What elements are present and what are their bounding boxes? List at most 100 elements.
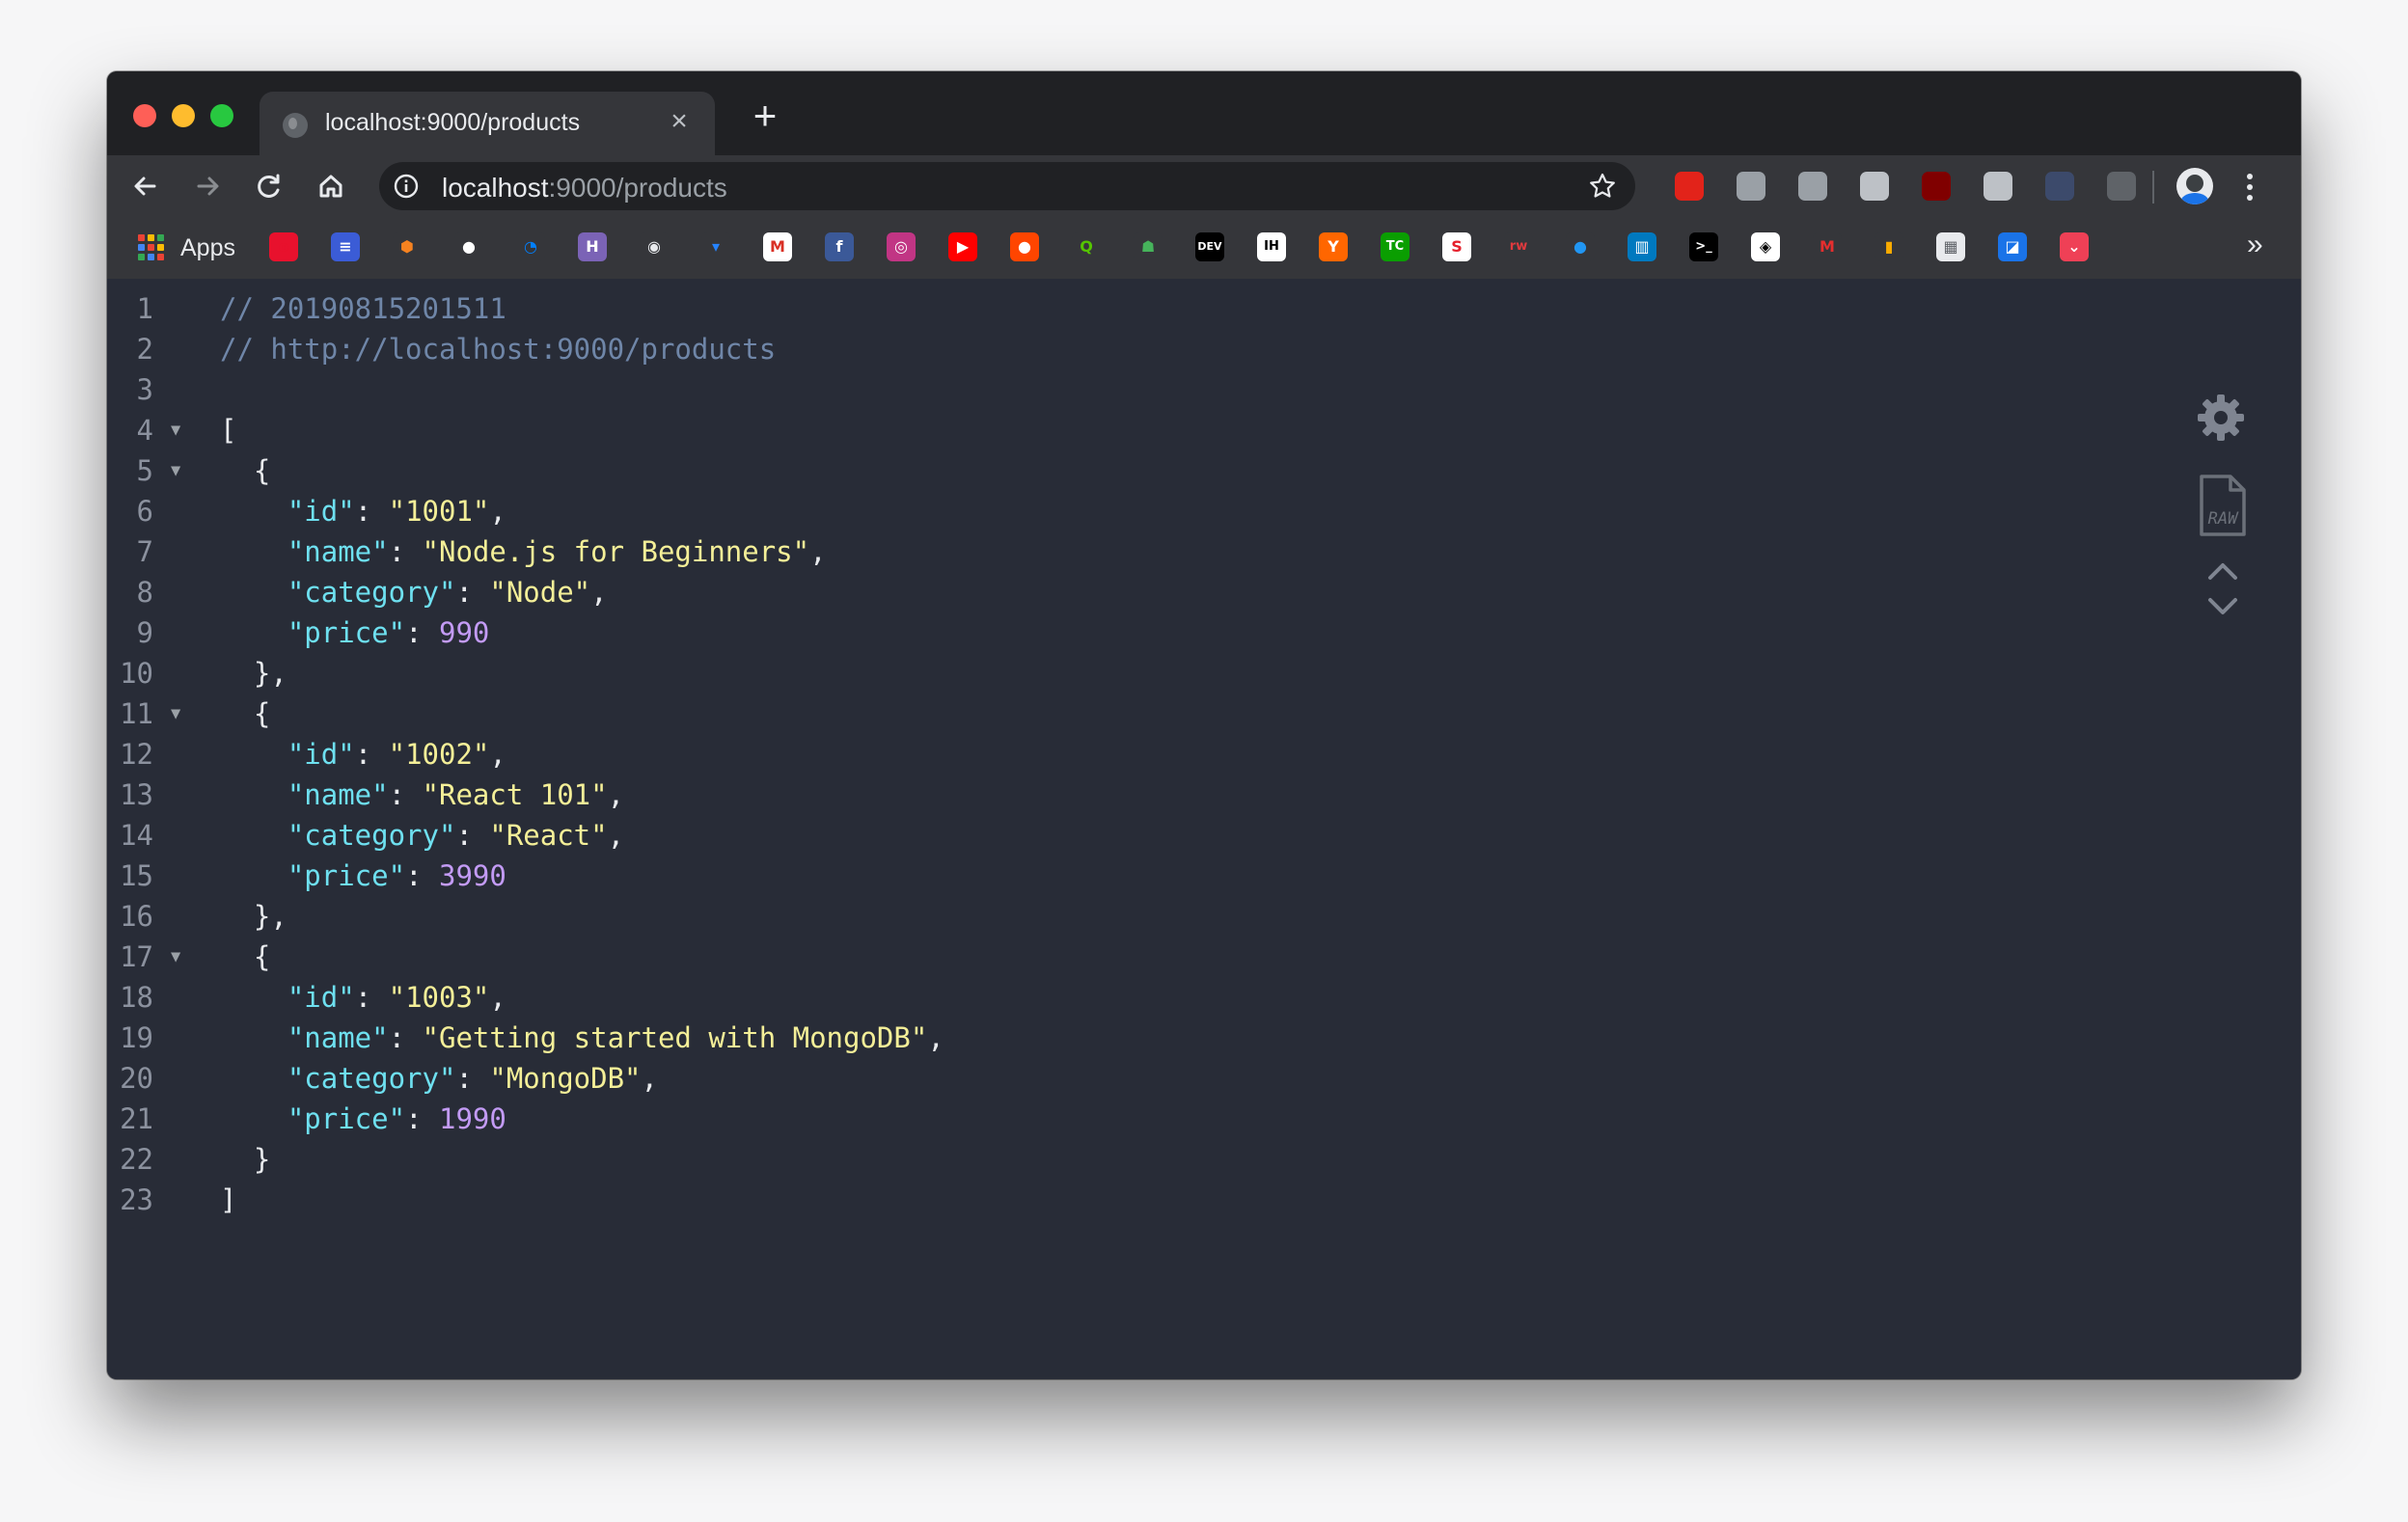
bookmark-terminal-icon[interactable]: >_ (1689, 232, 1718, 261)
url-text[interactable]: localhost:9000/products (442, 173, 727, 204)
line-number: 2 (136, 333, 153, 366)
json-token: : (455, 1062, 490, 1095)
target-icon[interactable] (1737, 172, 1765, 201)
json-formatter-icon[interactable] (2107, 172, 2136, 201)
profile-avatar[interactable] (2176, 168, 2213, 204)
json-token: : (455, 819, 490, 852)
fold-toggle-icon[interactable]: ▼ (171, 937, 180, 977)
json-token: }, (220, 900, 287, 933)
bookmark-medium-icon[interactable]: M (1813, 232, 1842, 261)
tab-close-button[interactable]: × (663, 105, 696, 138)
bookmark-hackernews-icon[interactable]: Y (1319, 232, 1348, 261)
bookmark-trello-icon[interactable]: ▥ (1628, 232, 1656, 261)
home-icon (319, 175, 342, 198)
info-icon[interactable] (393, 173, 420, 200)
address-bar[interactable]: localhost:9000/products (379, 162, 1635, 210)
bookmark-techcrunch-icon[interactable]: TC (1381, 232, 1409, 261)
more-bookmarks-button[interactable]: » (2247, 229, 2263, 261)
bookmark-facebook-icon[interactable]: f (825, 232, 854, 261)
line-content: "id": "1002", (220, 734, 506, 775)
minimize-window-button[interactable] (172, 104, 195, 127)
ublock-icon[interactable] (1922, 172, 1951, 201)
json-token: 3990 (438, 859, 506, 892)
vue-devtools-icon[interactable] (1798, 172, 1827, 201)
line-content: } (220, 1139, 270, 1180)
bookmark-pocket-icon[interactable]: ⌄ (2060, 232, 2089, 261)
bookmark-github-icon[interactable]: ◉ (640, 232, 669, 261)
bookmark-reddit-icon[interactable]: ● (1010, 232, 1039, 261)
home-button[interactable] (310, 165, 352, 207)
line-content: // 20190815201511 (220, 288, 506, 329)
back-button[interactable] (124, 165, 167, 207)
new-tab-button[interactable]: + (744, 95, 786, 139)
bookmark-cube-icon[interactable]: ⬢ (393, 232, 422, 261)
reload-icon (258, 174, 280, 198)
line-content: }, (220, 896, 287, 937)
bookmark-youtube-icon[interactable]: ▶ (948, 232, 977, 261)
json-token: "1003" (388, 981, 490, 1014)
adblock-icon[interactable] (1675, 172, 1704, 201)
star-icon[interactable] (1587, 171, 1618, 202)
more-vert-icon[interactable] (2244, 172, 2256, 203)
bookmark-alien-icon[interactable]: ☗ (1134, 232, 1163, 261)
chevron-up-icon[interactable] (2205, 558, 2240, 584)
bookmark-heroku-icon[interactable]: H (578, 232, 607, 261)
json-token: "Getting started with MongoDB" (422, 1021, 928, 1054)
tab-title: localhost:9000/products (325, 109, 581, 136)
bookmark-codepen-icon[interactable]: ◈ (1751, 232, 1780, 261)
fold-toggle-icon[interactable]: ▼ (171, 410, 180, 450)
bookmark-bitbucket-icon[interactable]: ▾ (701, 232, 730, 261)
bookmark-calendar-icon[interactable]: ▦ (1936, 232, 1965, 261)
gear-icon[interactable] (2193, 390, 2249, 446)
bookmark-drop-icon[interactable]: ● (1566, 232, 1595, 261)
apps-shortcut[interactable]: Apps (180, 234, 235, 262)
react-devtools-icon[interactable] (1860, 172, 1889, 201)
extension-puzzle-icon[interactable] (1984, 172, 2012, 201)
bookmark-gmail-icon[interactable]: M (763, 232, 792, 261)
json-token: } (220, 1143, 271, 1176)
forward-button[interactable] (186, 165, 229, 207)
bookmarks-bar: Apps o ≡ ⬢ ● ◔ H ◉ ▾ Mf ◎ ▶ ● Q ☗ DEV IH Y TC Srw ● ▥ >_ ◈ M ▮ ▦ ◪… (107, 217, 2301, 279)
bookmark-instagram-icon[interactable]: ◎ (887, 232, 916, 261)
line-number: 16 (120, 900, 153, 933)
json-token: : (354, 981, 389, 1014)
apps-grid-icon[interactable] (138, 234, 164, 260)
line-content: "price": 1990 (220, 1099, 506, 1139)
line-number: 4 (136, 414, 153, 447)
close-window-button[interactable] (133, 104, 156, 127)
json-viewer: 1 // 20190815201511 2 // http://localhost:9… (107, 279, 2301, 1379)
json-token: , (641, 1062, 658, 1095)
chevron-down-icon[interactable] (2205, 594, 2240, 619)
fold-toggle-icon[interactable]: ▼ (171, 693, 180, 734)
bookmark-docs-icon[interactable]: ◪ (1998, 232, 2027, 261)
maximize-window-button[interactable] (210, 104, 233, 127)
json-token: "category" (287, 1062, 456, 1095)
json-token: , (489, 738, 506, 771)
bookmark-opera-icon[interactable]: o (269, 232, 298, 261)
fold-toggle-icon[interactable]: ▼ (171, 450, 180, 491)
bookmark-scrimba-icon[interactable]: S (1442, 232, 1471, 261)
reload-button[interactable] (248, 165, 290, 207)
json-token: ] (220, 1183, 237, 1216)
json-token: : (388, 1021, 423, 1054)
json-token: "React 101" (422, 778, 608, 811)
raw-view-icon[interactable]: RAW (2197, 474, 2249, 537)
bookmark-calendar-app-icon[interactable]: ≡ (331, 232, 360, 261)
bookmark-panda-icon[interactable]: ● (454, 232, 483, 261)
line-number: 8 (136, 576, 153, 609)
tab-strip: localhost:9000/products × + (107, 71, 2301, 155)
line-number: 7 (136, 535, 153, 568)
line-content: { (220, 450, 270, 491)
bookmark-indiehackers-icon[interactable]: IH (1257, 232, 1286, 261)
line-content: "name": "React 101", (220, 775, 624, 815)
angular-icon[interactable] (2045, 172, 2074, 201)
bookmark-digitalocean-icon[interactable]: ◔ (516, 232, 545, 261)
tab-products[interactable]: localhost:9000/products × (260, 92, 715, 155)
bookmark-dev-icon[interactable]: DEV (1195, 232, 1224, 261)
bookmark-raywenderlich-icon[interactable]: rw (1504, 232, 1533, 261)
line-number: 21 (120, 1102, 153, 1135)
bookmark-analytics-icon[interactable]: ▮ (1874, 232, 1903, 261)
json-token: }, (220, 657, 287, 690)
bookmark-qiita-icon[interactable]: Q (1072, 232, 1101, 261)
